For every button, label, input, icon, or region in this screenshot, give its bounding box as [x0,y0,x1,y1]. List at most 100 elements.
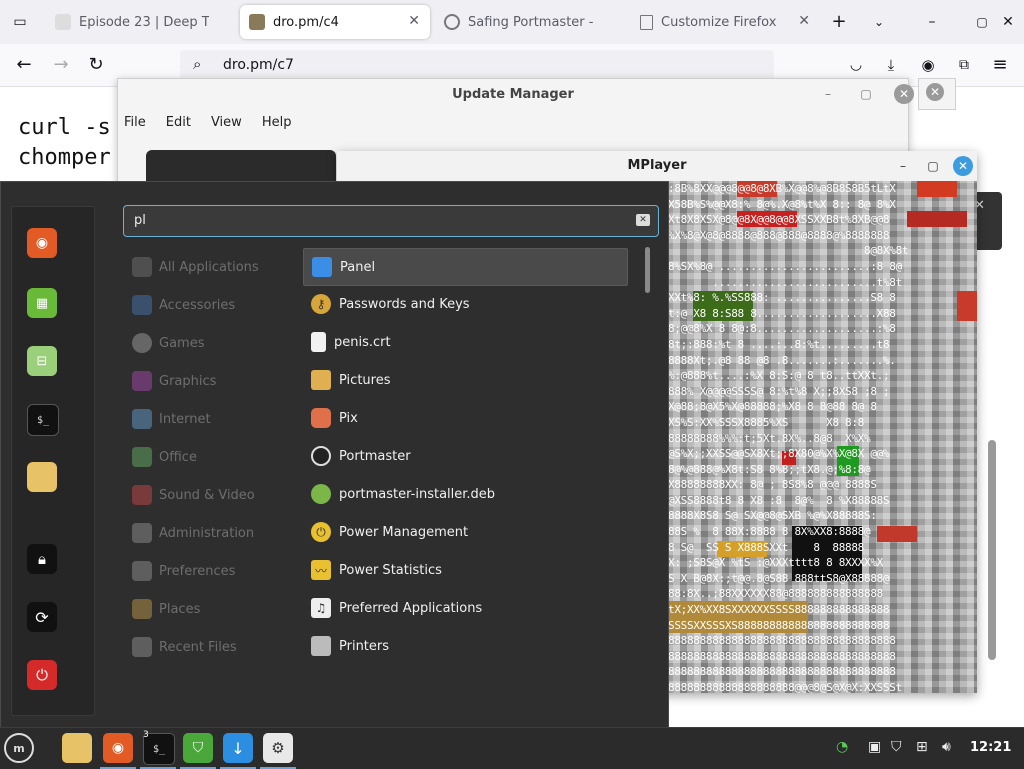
scrollbar[interactable] [988,440,996,660]
network-icon[interactable]: ⊞ [916,739,928,755]
menu-edit[interactable]: Edit [166,115,191,130]
menu-help[interactable]: Help [262,115,292,130]
category-office[interactable]: Office [132,442,197,472]
tab-portmaster[interactable]: Safing Portmaster - Ea [435,5,625,39]
keys-icon: ⚷ [311,294,331,314]
application-menu: ◉ ▦ ⊟ $_ 🔒︎ ⟳ ⏻ pl ✕ All Applications Ac… [0,181,669,728]
search-icon: ⌕ [193,55,202,73]
hamburger-menu-icon[interactable]: ≡ [988,53,1012,77]
app-passwords-and-keys[interactable]: ⚷ Passwords and Keys [303,286,626,322]
back-icon[interactable]: ← [12,53,36,77]
category-all-applications[interactable]: All Applications [132,252,259,282]
app-power-management[interactable]: ⏻ Power Management [303,514,626,550]
category-recent-files[interactable]: Recent Files [132,632,237,662]
recent-files-icon [132,637,152,657]
category-administration[interactable]: Administration [132,518,254,548]
new-tab-icon[interactable]: + [827,10,851,34]
firefox-icon[interactable]: ◉ [103,733,133,763]
terminal-icon[interactable]: $_ 3 [143,730,175,765]
update-status-icon[interactable]: ◔ [836,739,848,755]
category-graphics[interactable]: Graphics [132,366,216,396]
close-icon[interactable]: ✕ [953,156,973,176]
maximize-icon[interactable]: ▢ [856,84,876,104]
minimize-icon[interactable]: – [818,84,838,104]
podcast-icon [55,14,71,30]
menu-button-icon[interactable]: m [4,733,34,763]
menu-view[interactable]: View [211,115,242,130]
url-bar[interactable]: ⌕ dro.pm/c7 [180,50,774,80]
account-icon[interactable]: ◉ [916,53,940,77]
category-games[interactable]: Games [132,328,204,358]
extensions-icon[interactable]: ⧉ [952,53,976,77]
app-portmaster[interactable]: Portmaster [303,438,626,474]
reload-icon[interactable]: ↻ [84,53,108,77]
app-panel[interactable]: Panel [303,248,628,286]
app-pictures[interactable]: Pictures [303,362,626,398]
maximize-icon[interactable]: ▢ [970,10,994,34]
category-preferences[interactable]: Preferences [132,556,235,586]
tab-overview-icon[interactable]: ▭ [8,10,32,34]
close-icon[interactable]: ✕ [926,83,944,101]
sound-video-icon [132,485,152,505]
search-input[interactable]: pl ✕ [123,205,659,237]
internet-icon [132,409,152,429]
settings-toggle-icon[interactable]: ⊟ [27,346,57,376]
window-title: Update Manager [452,87,574,102]
update-manager-icon[interactable]: ↓ [223,733,253,763]
minimize-icon[interactable]: – [893,156,913,176]
app-preferred-applications[interactable]: ♫ Preferred Applications [303,590,626,626]
url-text: dro.pm/c7 [223,57,294,73]
app-portmaster-installer-deb[interactable]: portmaster-installer.deb [303,476,626,512]
tab-customize-firefox[interactable]: Customize Firefox ✕ [630,5,820,39]
panel-icon [312,257,332,277]
folder-icon[interactable] [62,733,92,763]
clock[interactable]: 12:21 [970,740,1011,755]
close-icon[interactable]: ✕ [894,84,914,104]
download-icon[interactable]: ⤓ [879,53,903,77]
portmaster-shield-icon[interactable]: ⛉ [183,733,213,763]
mplayer-title-bar: MPlayer – ▢ ✕ [337,151,977,182]
app-penis-crt[interactable]: penis.crt [303,324,626,360]
scrollbar[interactable] [645,247,650,293]
category-places[interactable]: Places [132,594,200,624]
portmaster-icon [444,14,460,30]
tab-dro-c4[interactable]: dro.pm/c4 ✕ [240,5,430,39]
clear-search-icon[interactable]: ✕ [636,214,650,226]
lock-icon[interactable]: 🔒︎ [27,544,57,574]
volume-icon[interactable]: 🔊︎ [942,739,951,755]
category-accessories[interactable]: Accessories [132,290,235,320]
minimize-icon[interactable]: – [920,10,944,34]
menu-file[interactable]: File [124,115,146,130]
pocket-icon[interactable]: ◡ [844,53,868,77]
maximize-icon[interactable]: ▢ [923,156,943,176]
power-management-icon: ⏻ [311,522,331,542]
forward-icon[interactable]: → [49,53,73,77]
terminal-icon[interactable]: $_ [27,404,59,436]
pix-icon [311,408,331,428]
settings-gear-icon[interactable]: ⚙ [263,733,293,763]
logout-icon[interactable]: ⟳ [27,602,57,632]
ascii-frame-text: :8B%8XX@@@8@@8@8XB%X@@8%@8B8S8B5tLtX X58… [668,182,909,693]
taskbar: m ◉ $_ 3 ⛉ ↓ ⚙ ◔ ▣ ⛉ ⊞ 🔊︎ 12:21 [0,727,1024,769]
firefox-icon[interactable]: ◉ [27,228,57,258]
category-sound-video[interactable]: Sound & Video [132,480,255,510]
menu-bar: File Edit View Help [124,115,291,130]
clipboard-icon[interactable]: ▣ [868,739,881,755]
tab-close-icon[interactable]: ✕ [798,13,810,29]
app-printers[interactable]: Printers [303,628,626,664]
category-internet[interactable]: Internet [132,404,211,434]
folder-icon[interactable] [27,462,57,492]
tab-list-chevron-icon[interactable]: ⌄ [867,10,891,34]
pictures-icon [311,370,331,390]
shutdown-icon[interactable]: ⏻ [27,660,57,690]
tab-close-icon[interactable]: ✕ [408,13,420,29]
printer-icon [311,636,331,656]
deb-package-icon [311,484,331,504]
shield-tray-icon[interactable]: ⛉ [891,739,902,755]
app-power-statistics[interactable]: 〰 Power Statistics [303,552,626,588]
tab-episode[interactable]: Episode 23 | Deep Thr [47,5,237,39]
app-pix[interactable]: Pix [303,400,626,436]
close-icon[interactable]: ✕ [996,10,1020,34]
calculator-icon[interactable]: ▦ [27,288,57,318]
file-icon [311,332,326,352]
